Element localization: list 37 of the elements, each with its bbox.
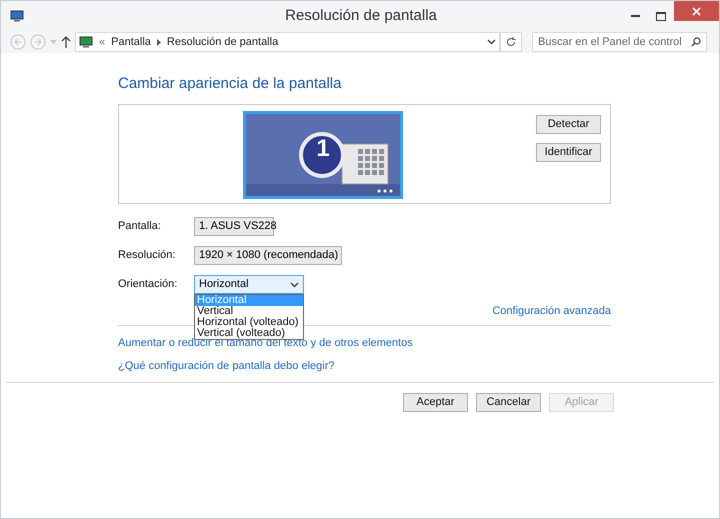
field-label: Orientación: — [118, 277, 178, 292]
dialog-button[interactable]: Identificar — [536, 142, 601, 162]
dialog-button[interactable]: Cancelar — [476, 393, 541, 412]
dropdown-option[interactable]: Vertical (volteado) — [195, 328, 303, 338]
help-link[interactable]: ¿Qué configuración de pantalla debo elegir? — [118, 358, 334, 374]
close-icon — [692, 6, 701, 16]
monitor-number: 1 — [315, 135, 331, 163]
advanced-settings-link[interactable]: Configuración avanzada — [492, 302, 611, 319]
close-button[interactable] — [674, 1, 719, 21]
breadcrumb-arrow-icon[interactable] — [156, 38, 161, 46]
dropdown-option[interactable]: Vertical — [195, 306, 303, 316]
chevron-down-icon — [290, 282, 299, 288]
chevron-down-icon — [487, 39, 496, 45]
dropdown[interactable]: 1. ASUS VS228 — [194, 217, 274, 236]
monitor-icon — [79, 36, 93, 48]
breadcrumb-item[interactable]: Pantalla — [111, 34, 151, 50]
search-icon — [691, 37, 701, 47]
monitor-drawing[interactable] — [243, 110, 403, 198]
refresh-icon — [506, 37, 516, 47]
overflow-chevron[interactable]: « — [99, 34, 106, 50]
minimize-icon — [630, 15, 640, 17]
address-field[interactable]: « Pantalla Resolución de pantalla — [75, 32, 500, 52]
dialog-button[interactable]: Aceptar — [403, 393, 468, 412]
refresh-button[interactable] — [500, 32, 522, 52]
window-title: Resolución de pantalla — [284, 6, 438, 26]
maximize-icon — [656, 12, 666, 20]
dropdown-option[interactable]: Horizontal (volteado) — [195, 316, 303, 328]
breadcrumb-item[interactable]: Resolución de pantalla — [166, 34, 278, 50]
field-label: Resolución: — [118, 248, 176, 264]
page-heading: Cambiar apariencia de la pantalla — [118, 74, 342, 94]
field-label: Pantalla: — [118, 219, 162, 234]
dropdown[interactable]: Horizontal — [194, 275, 304, 294]
up-arrow-icon[interactable] — [61, 36, 71, 48]
monitor-icon — [10, 10, 24, 22]
dialog-button[interactable]: Detectar — [536, 114, 601, 134]
search-field[interactable]: Buscar en el Panel de control — [532, 32, 707, 52]
dropdown[interactable]: 1920 × 1080 (recomendada) — [194, 246, 342, 265]
